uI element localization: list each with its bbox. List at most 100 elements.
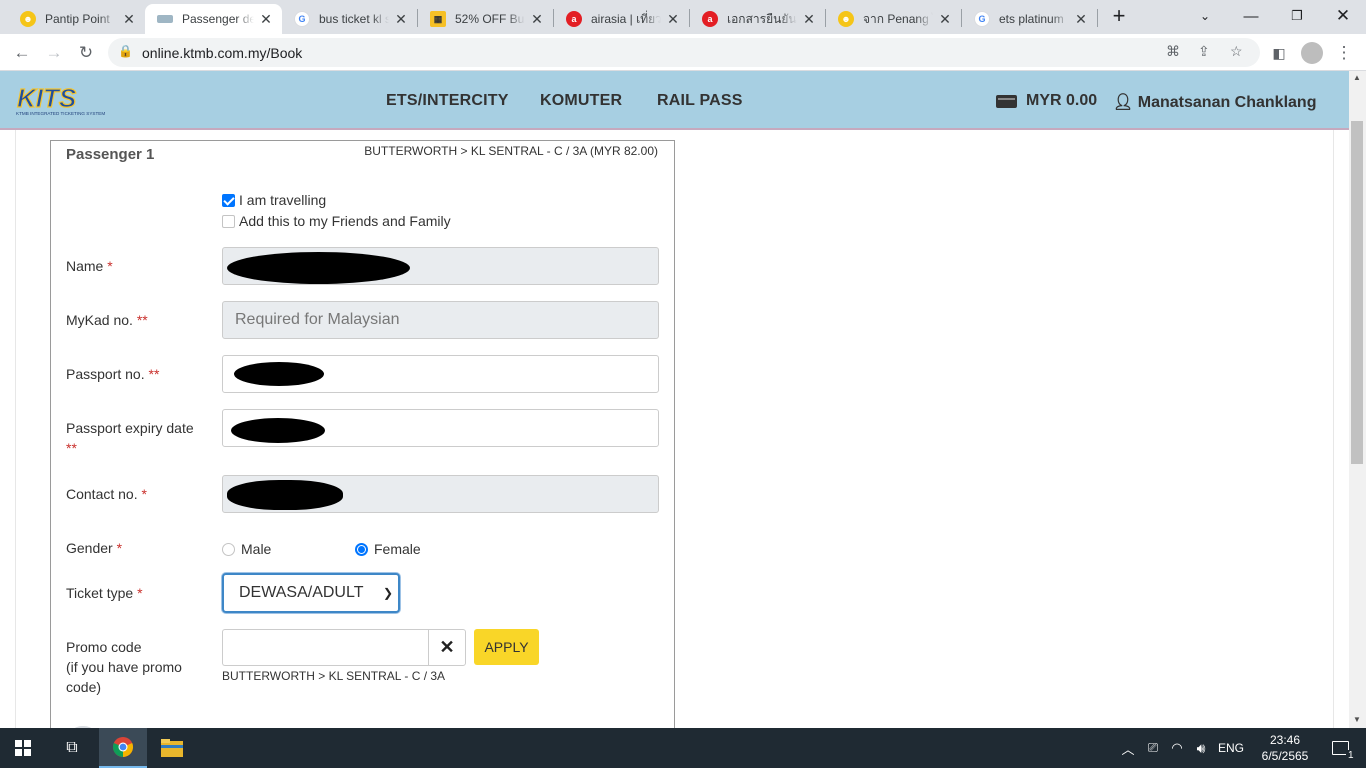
credit-card-icon [996,94,1017,108]
route-info: BUTTERWORTH > KL SENTRAL - C / 3A (MYR 8… [364,144,658,158]
tab-title: จาก Penang ไป [863,11,933,26]
volume-icon[interactable]: 🔊︎ [1190,728,1212,768]
tab-ets-platinum[interactable]: G ets platinum ✕ [962,4,1097,34]
user-icon: 👤︎ [1113,94,1134,111]
meet-now-icon[interactable]: ⎚ [1142,728,1164,768]
name-field[interactable] [222,247,659,285]
promo-code-input[interactable] [222,629,430,666]
profile-avatar[interactable] [1298,39,1326,67]
language-indicator[interactable]: ENG [1214,728,1248,768]
svg-text:KITS: KITS [17,83,77,113]
apply-button[interactable]: APPLY [474,629,539,665]
airasia-favicon-icon: a [702,11,718,27]
file-explorer-icon[interactable] [149,728,195,768]
close-tab-icon[interactable]: ✕ [529,11,545,28]
male-radio[interactable] [222,542,235,556]
user-menu[interactable]: 👤︎ Manatsanan Chanklang [1113,92,1316,112]
female-radio[interactable] [355,542,368,556]
travelling-checkbox[interactable] [222,193,235,207]
ktmb-favicon-icon [157,15,173,23]
google-favicon-icon: G [294,11,310,27]
nav-rail-pass[interactable]: RAIL PASS [657,92,743,110]
task-view-icon[interactable]: ⧉ [50,728,94,768]
tab-title: bus ticket kl s [319,12,389,26]
tab-airasia[interactable]: a airasia | เที่ยวบิ ✕ [554,4,689,34]
scroll-down-icon[interactable]: ▼ [1353,715,1361,724]
show-hidden-icons-chevron-icon[interactable]: ︿ [1118,728,1138,768]
promo-route-info: BUTTERWORTH > KL SENTRAL - C / 3A [222,669,446,683]
bus-favicon-icon: ▦ [430,11,446,27]
url-text[interactable]: online.ktmb.com.my/Book [142,45,302,61]
passport-field[interactable] [222,355,659,393]
mykad-field[interactable]: Required for Malaysian [222,301,659,339]
tab-bus-ticket-search[interactable]: G bus ticket kl s ✕ [282,4,417,34]
browser-tab-strip: ☻ Pantip Point ✕ Passenger de ✕ G bus ti… [0,0,1366,34]
ticket-type-select[interactable]: DEWASA/ADULT ❯ [222,573,400,613]
kits-logo[interactable]: KITS KTMB INTEGRATED TICKETING SYSTEM [15,82,117,117]
wallet-balance[interactable]: MYR 0.00 [996,92,1097,110]
friends-checkbox-row[interactable]: Add this to my Friends and Family [222,213,451,229]
close-tab-icon[interactable]: ✕ [393,11,409,28]
close-tab-icon[interactable]: ✕ [801,11,817,28]
travelling-checkbox-row[interactable]: I am travelling [222,192,326,208]
friends-checkbox[interactable] [222,214,235,228]
lock-icon: 🔒 [118,44,133,58]
close-tab-icon[interactable]: ✕ [665,11,681,28]
close-tab-icon[interactable]: ✕ [937,11,953,28]
back-arrow-icon[interactable]: ← [8,39,36,67]
svg-text:KTMB INTEGRATED TICKETING SYST: KTMB INTEGRATED TICKETING SYSTEM [16,111,105,116]
google-favicon-icon: G [974,11,990,27]
gender-male-option[interactable]: Male [222,541,271,557]
tab-search-chevron-down-icon[interactable]: ⌄ [1182,0,1228,32]
menu-kebab-icon[interactable]: ⋮ [1330,39,1358,67]
chrome-taskbar-icon[interactable] [99,728,147,768]
travelling-label: I am travelling [239,192,327,208]
contact-field[interactable] [222,475,659,513]
mykad-label: MyKad no. ** [66,312,148,328]
nav-ets-intercity[interactable]: ETS/INTERCITY [386,92,509,110]
notifications-icon[interactable]: 1 [1320,728,1360,768]
scrollbar-thumb[interactable] [1351,121,1363,464]
airasia-favicon-icon: a [566,11,582,27]
new-tab-button[interactable]: + [1096,0,1142,32]
tab-passenger-details[interactable]: Passenger de ✕ [145,4,282,34]
system-clock[interactable]: 23:46 6/5/2565 [1254,732,1316,764]
gender-female-option[interactable]: Female [355,541,421,557]
scroll-up-icon[interactable]: ▲ [1353,73,1361,82]
tab-confirmation-doc[interactable]: a เอกสารยืนยันการ ✕ [690,4,825,34]
passenger-form: Passenger 1 BUTTERWORTH > KL SENTRAL - C… [50,140,675,728]
address-bar[interactable]: 🔒 online.ktmb.com.my/Book ⌘ ⇪ ☆ [108,38,1260,67]
page-scrollbar[interactable]: ▲ ▼ [1349,71,1366,728]
close-tab-icon[interactable]: ✕ [258,11,274,28]
contact-label: Contact no. * [66,486,147,502]
close-tab-icon[interactable]: ✕ [121,11,137,28]
tab-bus-offer[interactable]: ▦ 52% OFF Bus ✕ [418,4,553,34]
side-panel-icon[interactable]: ◧ [1265,39,1293,67]
user-name: Manatsanan Chanklang [1137,94,1317,111]
wifi-icon[interactable]: ◠ [1166,728,1188,768]
passport-expiry-field[interactable] [222,409,659,447]
tab-title: Passenger de [182,12,254,26]
promo-label: Promo code (if you have promo code) [66,639,182,695]
forward-arrow-icon[interactable]: → [40,39,68,67]
tab-penang-pantip[interactable]: ☻ จาก Penang ไป ✕ [826,4,961,34]
redacted-mark [234,362,324,386]
bookmark-star-icon[interactable]: ☆ [1230,43,1243,60]
clear-promo-icon[interactable]: ✕ [428,629,466,666]
clock-time: 23:46 [1269,733,1301,747]
translate-icon[interactable]: ⌘ [1166,43,1180,60]
close-window-button[interactable]: ✕ [1320,0,1366,32]
share-icon[interactable]: ⇪ [1198,43,1210,60]
tab-title: เอกสารยืนยันการ [727,11,797,26]
nav-komuter[interactable]: KOMUTER [540,92,622,110]
tab-title: Pantip Point [45,12,110,26]
restore-window-button[interactable]: ❐ [1274,0,1320,32]
male-label: Male [241,541,272,557]
close-tab-icon[interactable]: ✕ [1073,11,1089,28]
name-label: Name * [66,258,113,274]
tab-pantip[interactable]: ☻ Pantip Point ✕ [8,4,145,34]
minimize-window-button[interactable]: — [1228,0,1274,32]
reload-icon[interactable]: ↻ [72,39,100,67]
windows-start-icon[interactable] [0,728,46,768]
wallet-amount: MYR 0.00 [1026,92,1098,109]
